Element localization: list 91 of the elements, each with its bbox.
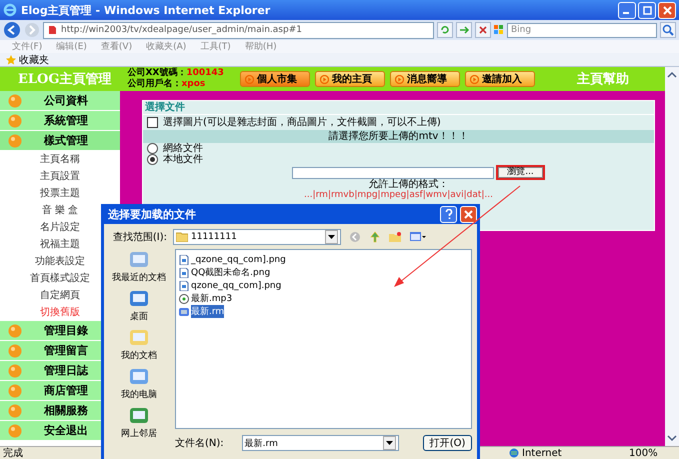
dialog-title: 选择要加载的文件 (108, 206, 197, 222)
file-name-label: 文件名(N): (175, 436, 225, 450)
sidebar-section[interactable]: 樣式管理 (0, 131, 120, 151)
file-item[interactable]: 最新.mp3 (179, 292, 234, 305)
search-icon (660, 22, 676, 38)
globe-icon (509, 448, 519, 458)
site-logo: ELOG主頁管理 (18, 70, 112, 88)
file-item[interactable]: qzone_qq_com].png (179, 279, 284, 292)
close-icon (464, 210, 473, 218)
bullet-icon (8, 324, 22, 338)
file-item[interactable]: QQ截图未命名.png (179, 266, 272, 279)
page-icon (47, 25, 57, 35)
back-icon (349, 231, 361, 243)
look-in-dropdown[interactable]: 11111111 (173, 229, 341, 245)
help-button[interactable] (440, 206, 457, 222)
play-icon (320, 74, 329, 84)
window-title: Elog主頁管理 - Windows Internet Explorer (21, 2, 272, 18)
places-item[interactable]: 我最近的文档 (109, 249, 169, 284)
sidebar-link[interactable]: 投票主題 (0, 185, 120, 202)
scroll-down-icon (667, 434, 677, 442)
browse-button[interactable]: 瀏覽... (498, 167, 543, 178)
nav-button[interactable]: 邀請加入 (464, 71, 535, 87)
stop-icon (475, 22, 491, 38)
address-field[interactable]: http://win2003/tv/xdealpage/user_admin/main.asp#1 (43, 22, 434, 38)
play-icon (470, 74, 479, 84)
close-button[interactable] (460, 206, 477, 222)
bullet-icon (8, 344, 22, 358)
search-field[interactable]: Bing (507, 22, 657, 38)
file-item[interactable]: _qzone_qq_com].png (179, 253, 288, 266)
forward-icon (24, 22, 40, 38)
nav-button[interactable]: 個人市集 (240, 71, 310, 87)
nav-button[interactable]: 我的主頁 (314, 71, 385, 87)
checkbox-label: 選擇圖片(可以是雜志封面，商品圖片，文件截圖，可以不上傳) (163, 117, 441, 128)
search-engine-icon (494, 25, 504, 35)
star-icon (6, 54, 16, 64)
formats-label: 允許上傳的格式： (368, 180, 450, 190)
sidebar-link[interactable]: 主頁設置 (0, 168, 120, 185)
image-file-icon (179, 268, 189, 278)
places-item[interactable]: 桌面 (109, 288, 169, 323)
video-file-icon (179, 306, 189, 316)
play-icon (244, 74, 254, 84)
maximize-button[interactable] (638, 2, 656, 18)
close-button[interactable] (658, 2, 676, 18)
back-icon (3, 21, 21, 39)
company-id: 100143 (186, 68, 224, 79)
bullet-icon (8, 384, 22, 398)
look-in-label: 查找范围(I): (112, 230, 167, 244)
scrollbar[interactable] (665, 67, 679, 446)
bullet-icon (8, 364, 22, 378)
file-path-field[interactable] (292, 166, 494, 178)
question-mark-icon (444, 209, 452, 219)
scroll-up-icon (667, 71, 677, 79)
formats-list: ...|rm|rmvb|mpg|mpeg|asf|wmv|avi|dat|... (143, 190, 654, 200)
bullet-icon (8, 134, 22, 148)
play-icon (394, 74, 404, 84)
minimize-button[interactable] (618, 2, 636, 18)
new-folder-icon (389, 231, 402, 243)
bullet-icon (8, 114, 22, 128)
username-label: 公司用戶名： (127, 79, 182, 90)
go-icon (456, 22, 472, 38)
up-folder-icon (369, 231, 381, 243)
view-menu-icon (410, 231, 426, 243)
radio-button[interactable] (147, 154, 158, 165)
radio-button[interactable] (147, 143, 158, 154)
zoom-level[interactable]: 100% (629, 448, 679, 458)
bullet-icon (8, 94, 22, 108)
sidebar-section[interactable]: 公司資料 (0, 91, 120, 111)
open-button[interactable]: 打开(O) (423, 435, 472, 451)
maximize-icon (642, 6, 652, 14)
image-file-icon (179, 280, 189, 290)
bullet-icon (8, 424, 22, 438)
notice-text: 請選擇您所要上傳的mtv！！！ (143, 130, 654, 143)
image-file-icon (179, 254, 189, 264)
close-icon (662, 6, 672, 14)
nav-button[interactable]: 消息嚮導 (390, 71, 460, 87)
refresh-icon (437, 22, 453, 38)
favorites-button[interactable]: 收藏夹 (6, 52, 49, 66)
bullet-icon (8, 404, 22, 418)
checkbox[interactable] (147, 117, 158, 128)
panel-title: 選擇文件 (143, 101, 654, 115)
radio-label: 網絡文件 (163, 143, 203, 154)
radio-label: 本地文件 (163, 154, 203, 165)
company-id-label: 公司XX號碼： (127, 68, 186, 78)
sidebar-section[interactable]: 系統管理 (0, 111, 120, 131)
username: xpos (181, 79, 206, 90)
audio-file-icon (179, 294, 189, 304)
zone-label: Internet (522, 448, 562, 458)
browser-icon (3, 3, 17, 17)
status-text: 完成 (2, 446, 24, 459)
sidebar-link[interactable]: 主頁名稱 (0, 151, 120, 168)
file-name-field[interactable]: 最新.rm (242, 435, 400, 451)
